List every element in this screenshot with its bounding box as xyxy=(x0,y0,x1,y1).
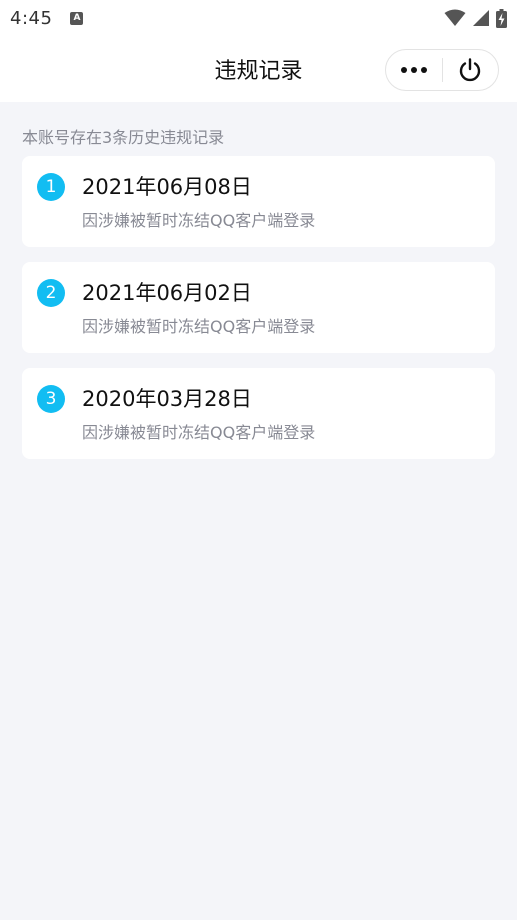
content: 本账号存在3条历史违规记录 1 2021年06月08日 因涉嫌被暂时冻结QQ客户… xyxy=(0,102,517,474)
more-button[interactable] xyxy=(386,50,442,90)
status-bar: 4:45 A xyxy=(0,0,517,36)
record-index-badge: 1 xyxy=(37,173,65,201)
record-card[interactable]: 3 2020年03月28日 因涉嫌被暂时冻结QQ客户端登录 xyxy=(22,368,495,459)
more-dots-icon xyxy=(400,67,427,73)
record-date: 2021年06月02日 xyxy=(82,281,252,305)
notification-a-icon: A xyxy=(70,11,84,25)
record-index-badge: 3 xyxy=(37,385,65,413)
nav-bar: 违规记录 xyxy=(0,36,517,102)
mini-program-capsule xyxy=(385,49,499,91)
record-card[interactable]: 2 2021年06月02日 因涉嫌被暂时冻结QQ客户端登录 xyxy=(22,262,495,353)
record-list: 1 2021年06月08日 因涉嫌被暂时冻结QQ客户端登录 2 2021年06月… xyxy=(0,156,517,459)
page-title: 违规记录 xyxy=(214,59,303,84)
power-icon xyxy=(460,58,481,82)
summary-text: 本账号存在3条历史违规记录 xyxy=(22,128,225,147)
record-date: 2020年03月28日 xyxy=(82,387,252,411)
record-reason: 因涉嫌被暂时冻结QQ客户端登录 xyxy=(82,211,316,230)
record-reason: 因涉嫌被暂时冻结QQ客户端登录 xyxy=(82,317,316,336)
close-button[interactable] xyxy=(443,50,499,90)
battery-charging-icon xyxy=(496,8,507,28)
wifi-icon xyxy=(444,9,466,26)
record-index-badge: 2 xyxy=(37,279,65,307)
record-reason: 因涉嫌被暂时冻结QQ客户端登录 xyxy=(82,423,316,442)
record-card[interactable]: 1 2021年06月08日 因涉嫌被暂时冻结QQ客户端登录 xyxy=(22,156,495,247)
screen: 4:45 A 违规记录 本账号存在3条历史违规记录 1 2021年06月08日 … xyxy=(0,0,517,920)
status-icons xyxy=(444,8,507,28)
status-time: 4:45 xyxy=(10,7,53,29)
record-date: 2021年06月08日 xyxy=(82,175,252,199)
signal-icon xyxy=(473,10,489,26)
